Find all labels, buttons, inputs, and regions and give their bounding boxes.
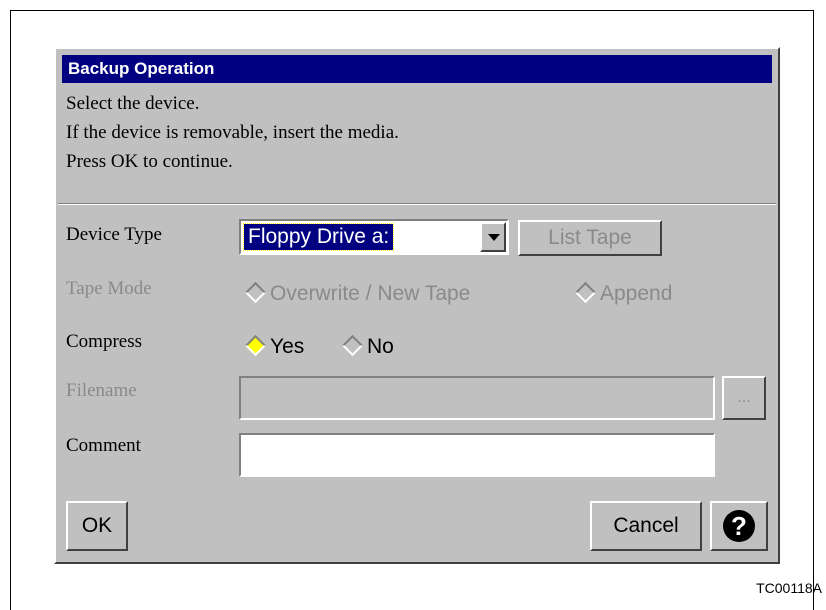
radio-append[interactable]: Append xyxy=(570,279,672,309)
radio-overwrite[interactable]: Overwrite / New Tape xyxy=(240,279,470,309)
separator xyxy=(58,203,776,205)
device-type-selected: Floppy Drive a: xyxy=(242,223,395,251)
radio-overwrite-label: Overwrite / New Tape xyxy=(270,282,471,305)
cancel-button[interactable]: Cancel xyxy=(590,501,702,551)
radio-no-label: No xyxy=(367,335,394,358)
dropdown-button[interactable] xyxy=(480,222,506,252)
radio-diamond-icon xyxy=(574,281,597,304)
instruction-line: Select the device. xyxy=(66,93,200,114)
radio-diamond-icon xyxy=(244,281,267,304)
help-icon: ? xyxy=(723,510,755,542)
browse-button[interactable]: ... xyxy=(722,376,766,420)
help-button[interactable]: ? xyxy=(710,501,768,551)
radio-append-label: Append xyxy=(600,282,673,305)
instruction-line: If the device is removable, insert the m… xyxy=(66,122,399,143)
figure-code: TC00118A xyxy=(756,580,822,596)
list-tape-button[interactable]: List Tape xyxy=(518,220,662,256)
chevron-down-icon xyxy=(488,234,500,241)
device-type-label: Device Type xyxy=(66,224,162,245)
instruction-line: Press OK to continue. xyxy=(66,151,233,172)
instructions: Select the device. If the device is remo… xyxy=(66,89,766,176)
filename-label: Filename xyxy=(66,380,137,401)
radio-yes-label: Yes xyxy=(270,335,305,358)
radio-compress-yes[interactable]: Yes xyxy=(240,332,304,362)
dialog-title: Backup Operation xyxy=(62,55,772,83)
device-type-select[interactable]: Floppy Drive a: xyxy=(239,219,509,255)
compress-label: Compress xyxy=(66,331,142,352)
radio-compress-no[interactable]: No xyxy=(337,332,394,362)
comment-label: Comment xyxy=(66,435,141,456)
ok-button[interactable]: OK xyxy=(66,501,128,551)
tape-mode-label: Tape Mode xyxy=(66,278,152,299)
radio-diamond-icon xyxy=(341,334,364,357)
filename-field[interactable] xyxy=(239,376,715,420)
backup-operation-dialog: Backup Operation Select the device. If t… xyxy=(54,47,780,564)
comment-field[interactable] xyxy=(239,433,715,477)
radio-checked-icon xyxy=(244,334,267,357)
